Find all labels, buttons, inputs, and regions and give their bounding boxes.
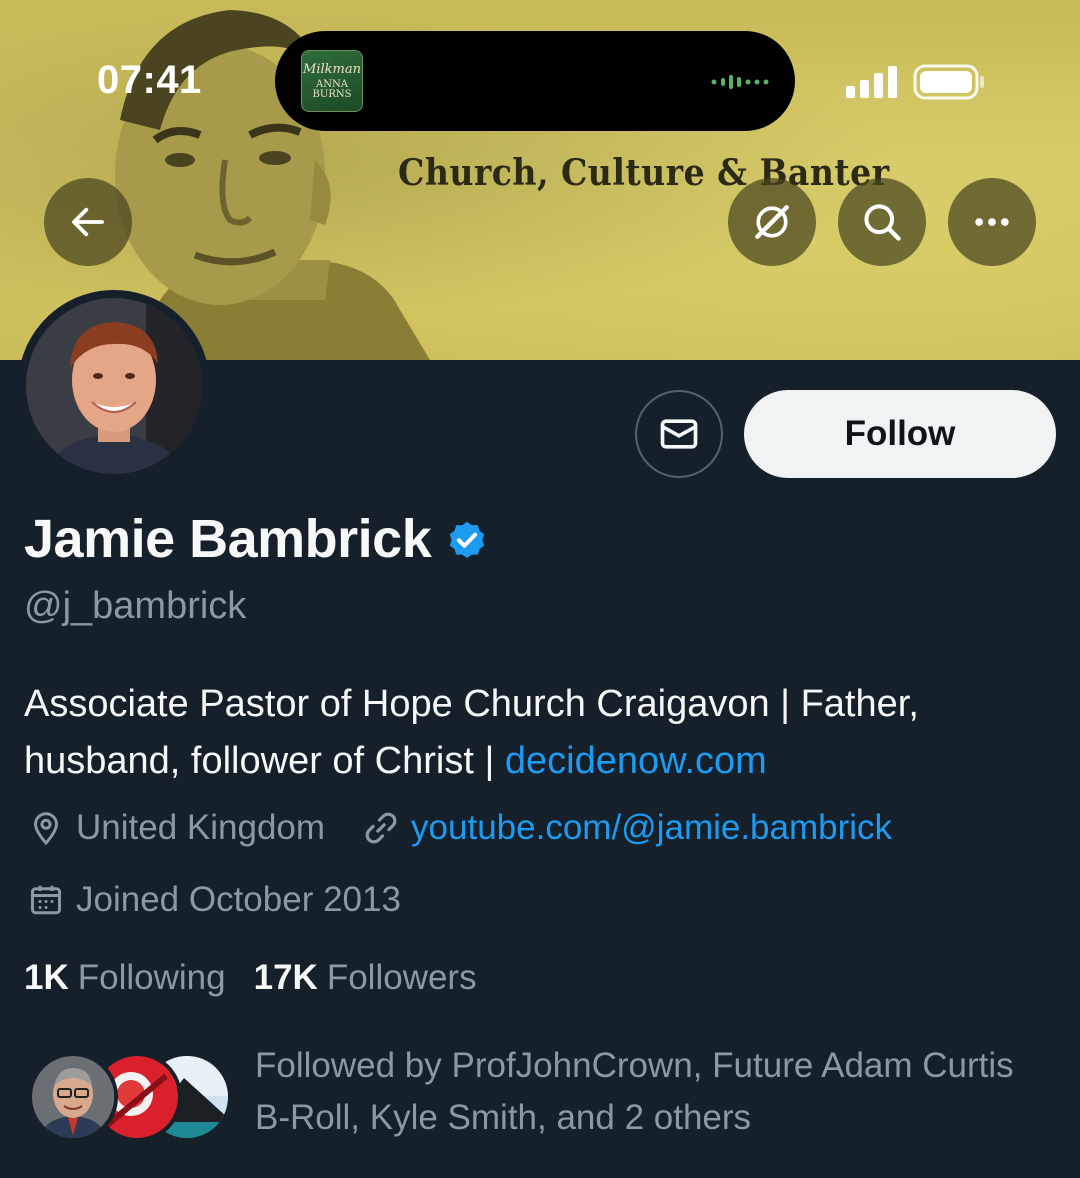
- name-row: Jamie Bambrick: [24, 508, 489, 570]
- link-icon: [361, 808, 401, 848]
- following-label: Following: [77, 958, 226, 997]
- audio-waveform-icon: [711, 75, 769, 89]
- following-count: 1K: [24, 958, 69, 997]
- verified-badge-icon[interactable]: [445, 519, 489, 563]
- grok-icon: [755, 205, 789, 239]
- dynamic-island[interactable]: Milkman ANNA BURNS: [275, 31, 795, 131]
- profile-meta-row: United Kingdom youtube.com/@jamie.bambri…: [26, 808, 892, 848]
- profile-bio: Associate Pastor of Hope Church Craigavo…: [24, 676, 1054, 790]
- location-text: United Kingdom: [76, 808, 326, 847]
- envelope-icon: [660, 419, 698, 449]
- more-button[interactable]: [948, 178, 1036, 266]
- grok-button[interactable]: [728, 178, 816, 266]
- avatar-photo: [26, 298, 202, 474]
- mutual-avatar: [28, 1052, 118, 1142]
- artwork-author-last: BURNS: [312, 88, 352, 100]
- location-pin-icon: [26, 808, 66, 848]
- following-stat[interactable]: 1K Following: [24, 958, 226, 998]
- followers-label: Followers: [326, 958, 477, 997]
- search-icon: [864, 204, 901, 241]
- artwork-author-first: ANNA: [316, 78, 348, 90]
- calendar-icon: [26, 880, 66, 920]
- display-name: Jamie Bambrick: [24, 509, 432, 569]
- message-button[interactable]: [635, 390, 723, 478]
- follow-stats: 1K Following 17K Followers: [24, 958, 505, 998]
- profile-avatar[interactable]: [18, 290, 210, 482]
- more-horizontal-icon: [975, 218, 1009, 226]
- username-handle: @j_bambrick: [24, 585, 247, 627]
- followers-stat[interactable]: 17K Followers: [254, 958, 477, 998]
- location-item: United Kingdom: [26, 808, 325, 848]
- banner-text: Church, Culture & Banter: [398, 152, 890, 194]
- followed-by-text[interactable]: Followed by ProfJohnCrown, Future Adam C…: [255, 1040, 1055, 1144]
- bio-text: Associate Pastor of Hope Church Craigavo…: [24, 683, 919, 782]
- now-playing-artwork: Milkman ANNA BURNS: [301, 50, 363, 112]
- status-time: 07:41: [97, 58, 202, 102]
- joined-row: Joined October 2013: [26, 880, 401, 920]
- website-item[interactable]: youtube.com/@jamie.bambrick: [361, 808, 892, 848]
- cellular-signal-icon: [846, 66, 897, 98]
- joined-date: Joined October 2013: [76, 880, 401, 919]
- battery-icon: [913, 64, 984, 100]
- back-button[interactable]: [44, 178, 132, 266]
- artwork-title: Milkman: [303, 61, 361, 77]
- arrow-left-icon: [72, 207, 104, 237]
- follow-button[interactable]: Follow: [744, 390, 1056, 478]
- followers-you-know-facepile[interactable]: [28, 1052, 238, 1142]
- bio-link[interactable]: decidenow.com: [505, 740, 767, 782]
- followers-count: 17K: [253, 958, 318, 997]
- search-button[interactable]: [838, 178, 926, 266]
- website-link[interactable]: youtube.com/@jamie.bambrick: [411, 808, 892, 848]
